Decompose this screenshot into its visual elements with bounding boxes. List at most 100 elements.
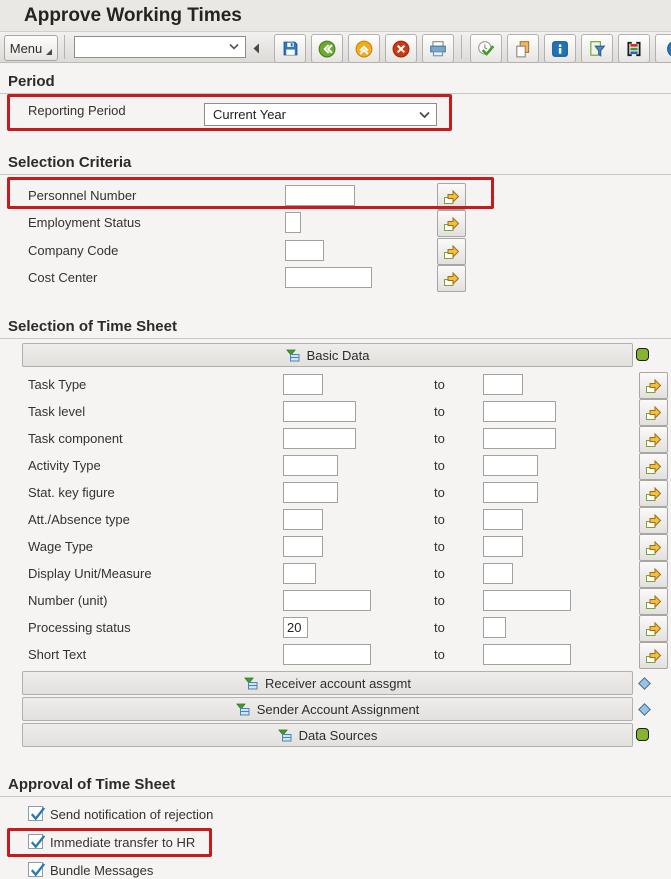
range-to-input[interactable]: [483, 590, 571, 611]
green-led-indicator[interactable]: [636, 348, 649, 361]
checkbox-label: Bundle Messages: [50, 863, 153, 878]
multi-select-icon: [645, 540, 663, 556]
time-sheet-row: Task level to: [0, 398, 671, 425]
chevron-down-icon: [419, 111, 430, 119]
to-label: to: [434, 566, 445, 581]
field-label: Task level: [28, 404, 85, 419]
collapse-toolbar-icon[interactable]: [253, 43, 260, 54]
range-from-input[interactable]: [283, 428, 356, 449]
multi-select-button[interactable]: [639, 480, 668, 507]
range-to-input[interactable]: [483, 401, 556, 422]
range-to-input[interactable]: [483, 509, 523, 530]
range-to-input[interactable]: [483, 644, 571, 665]
range-from-input[interactable]: [283, 536, 323, 557]
field-label: Company Code: [28, 243, 118, 258]
to-label: to: [434, 539, 445, 554]
range-to-input[interactable]: [483, 428, 556, 449]
blue-diamond-indicator[interactable]: [638, 677, 651, 690]
cancel-icon: [392, 40, 410, 58]
criteria-input[interactable]: [285, 212, 301, 233]
range-from-input[interactable]: [283, 374, 323, 395]
criteria-input[interactable]: [285, 240, 324, 261]
multi-select-button[interactable]: [639, 507, 668, 534]
green-led-indicator[interactable]: [636, 728, 649, 741]
range-to-input[interactable]: [483, 563, 513, 584]
field-label: Number (unit): [28, 593, 107, 608]
group-bar[interactable]: Data Sources: [22, 723, 633, 747]
range-to-input[interactable]: [483, 617, 506, 638]
checkbox[interactable]: [28, 862, 43, 877]
info-button[interactable]: [544, 34, 576, 63]
menu-button[interactable]: Menu: [4, 35, 58, 61]
field-label: Task Type: [28, 377, 86, 392]
filter-button[interactable]: [581, 34, 613, 63]
range-from-input[interactable]: [283, 563, 316, 584]
multi-select-button[interactable]: [437, 265, 466, 292]
multi-select-button[interactable]: [639, 561, 668, 588]
group-bar-basic-data[interactable]: Basic Data: [22, 343, 633, 367]
range-from-input[interactable]: [283, 509, 323, 530]
checkbox[interactable]: [28, 834, 43, 849]
save-button[interactable]: [274, 34, 306, 63]
range-to-input[interactable]: [483, 374, 523, 395]
layout-icon: [625, 40, 643, 58]
multi-select-button[interactable]: [639, 453, 668, 480]
time-sheet-row: Display Unit/Measure to: [0, 560, 671, 587]
toolbar-separator: [461, 35, 462, 59]
range-from-input[interactable]: [283, 617, 308, 638]
multi-select-button[interactable]: [437, 210, 466, 237]
multi-select-button[interactable]: [639, 399, 668, 426]
section-heading-approval: Approval of Time Sheet: [0, 773, 671, 797]
print-button[interactable]: [422, 34, 454, 63]
multi-select-button[interactable]: [437, 183, 466, 210]
reporting-period-select[interactable]: Current Year: [204, 103, 437, 126]
multi-select-button[interactable]: [639, 534, 668, 561]
multi-select-button[interactable]: [639, 588, 668, 615]
multi-select-button[interactable]: [639, 426, 668, 453]
range-from-input[interactable]: [283, 455, 338, 476]
criteria-input[interactable]: [285, 185, 355, 206]
multi-select-button[interactable]: [639, 642, 668, 669]
multi-select-icon: [645, 594, 663, 610]
multi-select-icon: [645, 486, 663, 502]
execute-button[interactable]: [470, 34, 502, 63]
to-label: to: [434, 377, 445, 392]
more-button[interactable]: [655, 34, 671, 63]
range-from-input[interactable]: [283, 644, 371, 665]
expand-icon: [244, 677, 258, 690]
multi-select-icon: [443, 189, 461, 205]
range-to-input[interactable]: [483, 536, 523, 557]
multi-select-icon: [645, 432, 663, 448]
check-icon: [29, 804, 47, 822]
range-from-input[interactable]: [283, 590, 371, 611]
range-to-input[interactable]: [483, 455, 538, 476]
field-label: Display Unit/Measure: [28, 566, 152, 581]
exit-button[interactable]: [348, 34, 380, 63]
copy-button[interactable]: [507, 34, 539, 63]
multi-select-button[interactable]: [639, 615, 668, 642]
command-combobox[interactable]: [74, 36, 246, 58]
group-bar[interactable]: Receiver account assgmt: [22, 671, 633, 695]
cancel-button[interactable]: [385, 34, 417, 63]
range-to-input[interactable]: [483, 482, 538, 503]
to-label: to: [434, 485, 445, 500]
section-heading-selection-criteria: Selection Criteria: [0, 151, 671, 175]
blue-diamond-indicator[interactable]: [638, 703, 651, 716]
layout-button[interactable]: [618, 34, 650, 63]
group-bar[interactable]: Sender Account Assignment: [22, 697, 633, 721]
back-button[interactable]: [311, 34, 343, 63]
to-label: to: [434, 647, 445, 662]
checkbox-row: Send notification of rejection: [0, 804, 400, 828]
criteria-input[interactable]: [285, 267, 372, 288]
chevron-down-icon: [229, 44, 239, 51]
expand-icon: [286, 349, 300, 362]
checkbox[interactable]: [28, 806, 43, 821]
range-from-input[interactable]: [283, 401, 356, 422]
multi-select-button[interactable]: [437, 238, 466, 265]
multi-select-button[interactable]: [639, 372, 668, 399]
multi-select-icon: [645, 567, 663, 583]
range-from-input[interactable]: [283, 482, 338, 503]
criteria-row: Employment Status: [0, 209, 671, 236]
more-icon: [662, 40, 671, 58]
checkbox-row: Immediate transfer to HR: [0, 832, 400, 856]
